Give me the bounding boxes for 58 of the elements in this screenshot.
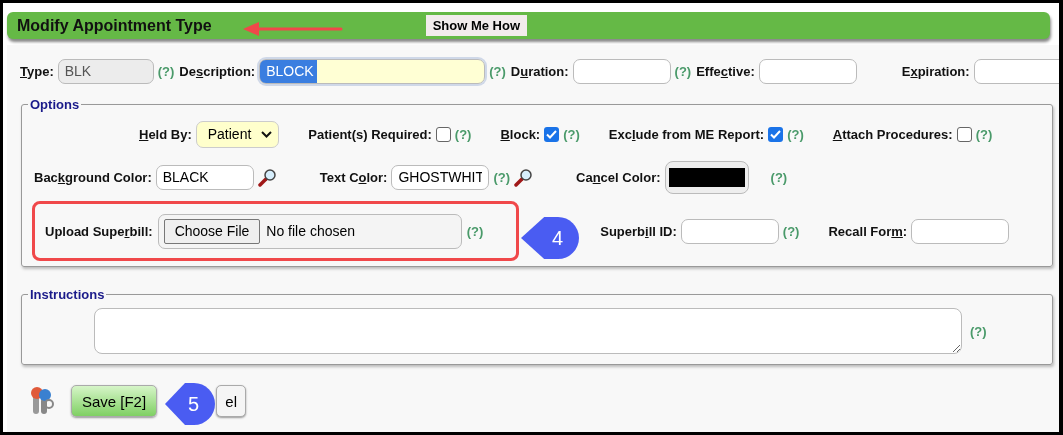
section-legend: Instructions <box>28 287 107 302</box>
text-field[interactable]: BLACK <box>155 164 254 190</box>
text-field[interactable]: BLOCK <box>259 58 486 84</box>
field-label: Type: <box>20 63 54 79</box>
chevron-icon <box>261 130 273 138</box>
text-field[interactable] <box>911 218 1010 244</box>
checkbox[interactable] <box>435 126 451 142</box>
field-label: Description: <box>179 63 256 79</box>
field-label: Cancel Color: <box>576 169 661 185</box>
help-link[interactable]: (?) <box>489 63 506 79</box>
checkbox[interactable] <box>544 126 560 142</box>
save-button[interactable]: Save [F2] <box>71 385 157 417</box>
field-label: Patient(s) Required: <box>308 126 432 142</box>
magnifier-icon[interactable] <box>514 167 534 187</box>
text-field[interactable] <box>758 58 857 84</box>
field-label: Attach Procedures: <box>832 126 953 142</box>
field-label: Superbill ID: <box>600 223 677 239</box>
text-field[interactable]: BLK <box>57 58 154 84</box>
choose-file-button[interactable]: Choose File <box>163 218 261 244</box>
field-label: Duration: <box>510 63 569 79</box>
help-link[interactable]: (?) <box>563 126 580 142</box>
file-field[interactable]: Choose File No file chosen <box>157 213 462 249</box>
instructions-field[interactable] <box>94 308 962 354</box>
color-swatch[interactable] <box>664 160 749 194</box>
help-link[interactable]: (?) <box>466 223 484 239</box>
show-me-how-button[interactable]: Show Me How <box>425 15 528 36</box>
page-title: Modify Appointment Type <box>17 16 212 35</box>
file-status: No file chosen <box>266 223 356 239</box>
field-label: Recall Form: <box>828 223 908 239</box>
field-label: Exclude from ME Report: <box>608 126 765 142</box>
cancel-button[interactable]: el <box>216 385 246 417</box>
help-link[interactable]: (?) <box>674 63 692 79</box>
help-link[interactable]: (?) <box>782 223 800 239</box>
help-link[interactable]: (?) <box>493 169 511 185</box>
field-label: Block: <box>500 126 541 142</box>
help-link[interactable]: (?) <box>787 126 804 142</box>
help-link[interactable]: (?) <box>970 323 987 339</box>
magnifier-icon[interactable] <box>257 167 277 187</box>
field-label: Held By: <box>139 126 192 142</box>
field-label: Effective: <box>696 63 755 79</box>
checkbox[interactable] <box>956 126 972 142</box>
help-link[interactable]: (?) <box>157 63 175 79</box>
held-by-dropdown[interactable]: Patient <box>195 120 280 148</box>
text-field[interactable] <box>973 58 1059 84</box>
field-label: Text Color: <box>319 169 388 185</box>
field-label: Expiration: <box>901 63 970 79</box>
help-link[interactable]: (?) <box>454 126 472 142</box>
checkbox[interactable] <box>768 126 784 142</box>
field-label: Upload Superbill: <box>45 223 153 239</box>
text-field[interactable] <box>680 218 779 244</box>
step-callout: 4 <box>521 217 579 259</box>
keys-icon[interactable] <box>29 386 55 416</box>
help-link[interactable]: (?) <box>975 126 993 142</box>
help-link[interactable]: (?) <box>770 169 788 185</box>
field-label: Background Color: <box>34 169 152 185</box>
step-callout: 5 <box>165 383 215 425</box>
text-field[interactable] <box>572 58 671 84</box>
section-legend: Options <box>28 97 82 112</box>
